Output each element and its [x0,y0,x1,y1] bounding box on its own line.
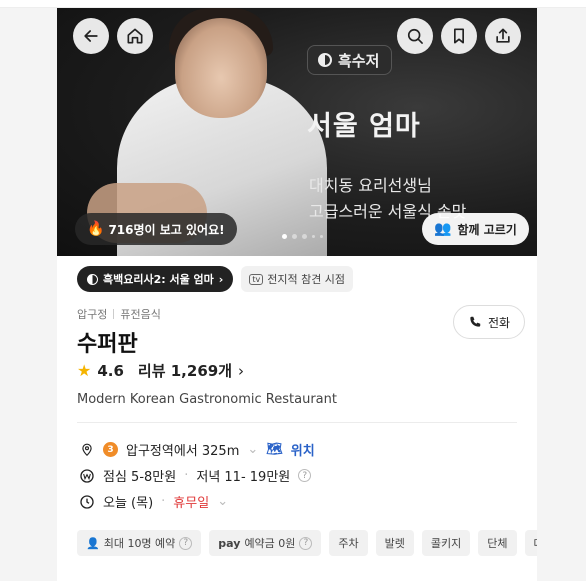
location-line: 3 압구정역에서 325m ⌄ 🗺 위치 [79,440,315,459]
star-icon: ★ [77,361,92,380]
call-label: 전화 [488,315,511,330]
lunch-price: 점심 5-8만원 [103,470,177,485]
search-icon [407,28,423,44]
halfmoon-icon [318,53,332,67]
feature-chip-corkage[interactable]: 콜키지 [421,530,471,556]
search-button[interactable] [397,18,433,54]
pay-icon: pay [218,536,241,550]
top-strip [0,0,586,8]
home-icon [127,28,143,44]
carousel-dot[interactable] [282,234,287,239]
choose-together-button[interactable]: 👥 함께 고르기 [422,213,529,245]
people-icon: 👥 [434,221,452,237]
carousel-dots[interactable] [282,234,323,239]
feature-chip-label: 대 [534,535,537,551]
carousel-dot[interactable] [302,234,307,239]
carousel-dot[interactable] [312,235,315,238]
rating-row[interactable]: ★ 4.6 리뷰 1,269개 › [77,360,244,381]
feature-chips: 👤 최대 10명 예약 ? pay 예약금 0원 ? 주차 발렛 콜키지 단체 … [77,530,537,556]
dot-separator: · [184,468,189,483]
tv-icon: tv [249,273,264,285]
category-label: 퓨전음식 [120,308,161,321]
clock-icon [79,494,95,510]
category-line: 압구정 퓨전음식 [77,306,161,322]
chevron-right-icon: › [218,272,224,286]
hero-image[interactable]: 흑수저 서울 엄마 대치동 요리선생님 고급스러운 서울식 손맛 🔥 716명이… [57,8,537,256]
bookmark-button[interactable] [441,18,477,54]
dot-separator: · [161,494,166,509]
carousel-dot[interactable] [292,234,297,239]
feature-chip-label: 최대 10명 예약 [103,537,176,550]
hours-line[interactable]: 오늘 (목) · 휴무일 ⌄ [79,492,228,511]
chef-face [175,18,267,118]
choose-together-label: 함께 고르기 [457,222,517,237]
show-badge-label: 흑수저 [338,51,380,70]
bookmark-icon [454,28,464,44]
divider [113,309,115,319]
show-chip[interactable]: 흑백요리사2: 서울 엄마 › [77,266,234,292]
feature-chip-parking[interactable]: 주차 [329,530,368,556]
flame-icon: 🔥 [87,221,105,237]
feature-chip-more[interactable]: 대 [524,530,537,556]
map-icon[interactable]: 🗺 [266,442,283,457]
help-icon[interactable]: ? [298,469,312,482]
location-pin-icon [79,442,95,458]
area-label: 압구정 [77,308,108,321]
hero-chef-name: 서울 엄마 [307,111,421,142]
tv-chip-label: 전지적 참견 시점 [267,273,346,286]
phone-icon [470,316,481,327]
feature-chip-group[interactable]: 단체 [478,530,517,556]
feature-chip-max-party[interactable]: 👤 최대 10명 예약 ? [77,530,202,556]
share-icon [496,28,510,43]
feature-chip-deposit[interactable]: pay 예약금 0원 ? [209,530,322,556]
help-icon[interactable]: ? [299,536,313,550]
today-status: 휴무일 [173,496,210,511]
restaurant-card: 흑수저 서울 엄마 대치동 요리선생님 고급스러운 서울식 손맛 🔥 716명이… [57,8,537,581]
share-button[interactable] [485,18,521,54]
map-link[interactable]: 위치 [291,440,315,459]
arrow-left-icon [84,30,98,42]
feature-chip-valet[interactable]: 발렛 [375,530,414,556]
feature-chip-label: 발렛 [384,537,405,550]
carousel-dot[interactable] [320,235,323,238]
home-button[interactable] [117,18,153,54]
won-icon [79,468,95,484]
review-count: 리뷰 1,269개 [137,362,232,380]
viewers-badge: 🔥 716명이 보고 있어요! [75,213,237,245]
chevron-down-icon[interactable]: ⌄ [217,494,228,509]
call-button[interactable]: 전화 [453,305,526,339]
hero-subtitle-1: 대치동 요리선생님 [309,176,432,195]
chevron-right-icon: › [238,361,244,380]
tag-chips: 흑백요리사2: 서울 엄마 › tv 전지적 참견 시점 [77,266,354,292]
section-divider [77,422,517,423]
feature-chip-label: 예약금 0원 [244,537,296,550]
feature-chip-label: 콜키지 [430,537,462,550]
halfmoon-icon [87,273,98,285]
restaurant-description: Modern Korean Gastronomic Restaurant [77,392,337,407]
chevron-down-icon[interactable]: ⌄ [247,442,258,457]
show-badge: 흑수저 [307,45,393,75]
feature-chip-label: 주차 [338,537,359,550]
show-chip-label: 흑백요리사2: 서울 엄마 [103,273,214,286]
rating-score: 4.6 [97,361,124,380]
feature-chip-label: 단체 [487,537,508,550]
person-icon: 👤 [86,536,100,550]
subway-line-badge: 3 [103,442,118,457]
back-button[interactable] [73,18,109,54]
dinner-price: 저녁 11- 19만원 [196,470,291,485]
price-line: 점심 5-8만원 · 저녁 11- 19만원 ? [79,466,312,485]
tv-chip[interactable]: tv 전지적 참견 시점 [241,266,354,292]
viewers-label: 716명이 보고 있어요! [108,222,225,237]
today-label: 오늘 (목) [103,496,154,511]
restaurant-name: 수퍼판 [77,332,138,357]
location-label: 압구정역에서 325m [126,444,240,459]
help-icon[interactable]: ? [179,536,193,550]
